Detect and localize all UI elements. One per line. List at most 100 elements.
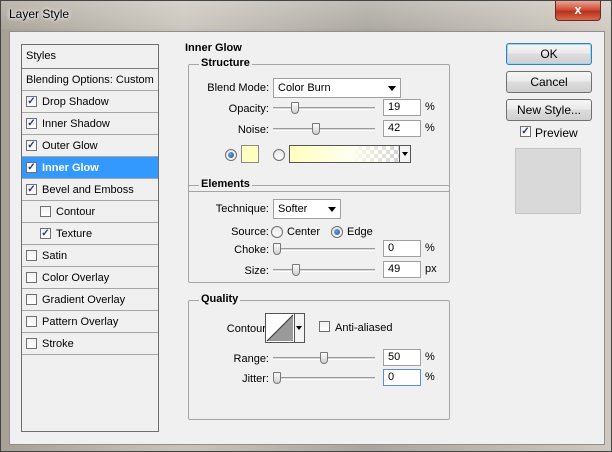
opacity-slider[interactable]	[273, 107, 375, 110]
blend-mode-label: Blend Mode:	[207, 82, 269, 94]
style-item-stroke[interactable]: Stroke	[22, 333, 158, 355]
ok-button[interactable]: OK	[506, 43, 592, 65]
range-input[interactable]: 50	[383, 349, 421, 366]
choke-input[interactable]: 0	[383, 240, 421, 257]
style-checkbox[interactable]	[26, 316, 37, 327]
style-item-texture[interactable]: ✓ Texture	[22, 223, 158, 245]
opacity-slider-thumb[interactable]	[290, 102, 299, 114]
styles-list: Styles Blending Options: Custom ✓ Drop Sh…	[21, 44, 159, 432]
elements-title: Elements	[199, 178, 252, 190]
noise-slider-thumb[interactable]	[312, 123, 321, 135]
technique-label: Technique:	[215, 203, 269, 215]
style-checkbox[interactable]	[40, 206, 51, 217]
technique-select[interactable]: Softer	[273, 199, 341, 219]
source-center-label[interactable]: Center	[287, 226, 320, 238]
preview-checkbox[interactable]: ✓	[520, 126, 531, 137]
style-item-label: Texture	[56, 228, 93, 240]
structure-title: Structure	[199, 57, 252, 69]
style-item-label: Gradient Overlay	[42, 294, 126, 306]
noise-input[interactable]: 42	[383, 120, 421, 137]
style-item-contour[interactable]: Contour	[22, 201, 158, 223]
style-item-label: Inner Shadow	[42, 118, 110, 130]
blend-mode-value: Color Burn	[278, 82, 331, 94]
style-item-label: Inner Glow	[42, 162, 99, 174]
glow-color-swatch[interactable]	[241, 145, 259, 163]
style-item-color-overlay[interactable]: Color Overlay	[22, 267, 158, 289]
style-item-drop-shadow[interactable]: ✓ Drop Shadow	[22, 91, 158, 113]
close-button[interactable]: x	[555, 1, 601, 21]
jitter-input[interactable]: 0	[383, 369, 421, 386]
jitter-unit: %	[425, 371, 435, 383]
size-slider-thumb[interactable]	[291, 264, 300, 276]
technique-value: Softer	[278, 203, 308, 215]
blending-options-item[interactable]: Blending Options: Custom	[22, 69, 158, 91]
noise-unit: %	[425, 122, 435, 134]
cancel-button[interactable]: Cancel	[506, 71, 592, 93]
choke-slider[interactable]	[273, 248, 375, 251]
panel-title: Inner Glow	[185, 42, 242, 54]
contour-dropdown-arrow-icon[interactable]	[294, 314, 304, 342]
range-slider-thumb[interactable]	[320, 352, 328, 364]
choke-unit: %	[425, 242, 435, 254]
jitter-slider-thumb[interactable]	[273, 372, 281, 384]
source-edge-label[interactable]: Edge	[347, 226, 373, 238]
range-label: Range:	[233, 353, 269, 365]
style-item-pattern-overlay[interactable]: Pattern Overlay	[22, 311, 158, 333]
size-unit: px	[425, 263, 437, 275]
style-item-gradient-overlay[interactable]: Gradient Overlay	[22, 289, 158, 311]
noise-slider[interactable]	[273, 128, 375, 131]
style-checkbox[interactable]	[26, 294, 37, 305]
style-checkbox[interactable]: ✓	[40, 228, 51, 239]
style-item-label: Drop Shadow	[42, 96, 109, 108]
style-item-label: Pattern Overlay	[42, 316, 119, 328]
contour-icon	[266, 314, 294, 342]
style-checkbox[interactable]: ✓	[26, 184, 37, 195]
glow-color-radio[interactable]	[225, 149, 237, 161]
blend-mode-select[interactable]: Color Burn	[273, 78, 401, 98]
elements-group: Elements Technique: Softer Source: Cente…	[188, 178, 450, 283]
contour-picker[interactable]	[265, 313, 305, 343]
gradient-dropdown-arrow-icon[interactable]	[399, 146, 410, 162]
preview-thumbnail	[515, 148, 581, 214]
new-style-button[interactable]: New Style...	[506, 99, 592, 121]
jitter-slider[interactable]	[273, 377, 375, 380]
anti-aliased-label[interactable]: Anti-aliased	[335, 322, 392, 334]
style-item-bevel-and-emboss[interactable]: ✓ Bevel and Emboss	[22, 179, 158, 201]
style-checkbox[interactable]	[26, 272, 37, 283]
style-checkbox[interactable]	[26, 338, 37, 349]
style-item-satin[interactable]: Satin	[22, 245, 158, 267]
layer-style-window: Layer Style x Styles Blending Options: C…	[0, 0, 612, 452]
source-center-radio[interactable]	[271, 226, 283, 238]
style-item-inner-glow[interactable]: ✓ Inner Glow	[22, 157, 158, 179]
preview-label[interactable]: Preview	[535, 126, 578, 140]
quality-title: Quality	[199, 293, 241, 305]
styles-header[interactable]: Styles	[22, 45, 158, 69]
style-item-label: Stroke	[42, 338, 74, 350]
style-item-outer-glow[interactable]: ✓ Outer Glow	[22, 135, 158, 157]
style-checkbox[interactable]: ✓	[26, 96, 37, 107]
title-bar[interactable]: Layer Style x	[1, 1, 611, 29]
gradient-icon	[290, 146, 400, 162]
structure-group: Structure Blend Mode: Color Burn Opacity…	[188, 57, 450, 192]
style-checkbox[interactable]	[26, 250, 37, 261]
source-edge-radio[interactable]	[331, 226, 343, 238]
opacity-input[interactable]: 19	[383, 99, 421, 116]
style-checkbox[interactable]: ✓	[26, 140, 37, 151]
style-item-inner-shadow[interactable]: ✓ Inner Shadow	[22, 113, 158, 135]
range-unit: %	[425, 351, 435, 363]
dialog-client: Styles Blending Options: Custom ✓ Drop Sh…	[9, 31, 605, 445]
anti-aliased-checkbox[interactable]	[319, 321, 330, 332]
glow-gradient-radio[interactable]	[273, 149, 285, 161]
choke-slider-thumb[interactable]	[273, 243, 281, 255]
style-item-label: Satin	[42, 250, 68, 262]
window-title: Layer Style	[9, 7, 70, 21]
size-input[interactable]: 49	[383, 261, 421, 278]
choke-label: Choke:	[234, 244, 269, 256]
size-slider[interactable]	[273, 269, 375, 272]
style-checkbox[interactable]: ✓	[26, 162, 37, 173]
dropdown-arrow-icon	[388, 86, 396, 91]
style-checkbox[interactable]: ✓	[26, 118, 37, 129]
dropdown-arrow-icon	[328, 207, 336, 212]
glow-gradient-picker[interactable]	[289, 145, 411, 163]
opacity-unit: %	[425, 101, 435, 113]
